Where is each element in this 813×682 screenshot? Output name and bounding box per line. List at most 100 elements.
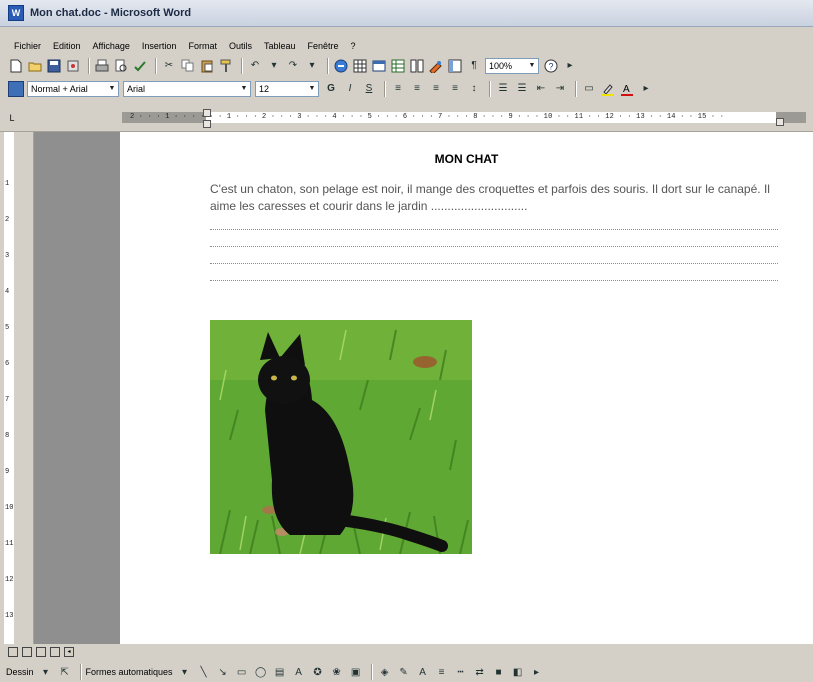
print-layout-button[interactable]	[36, 647, 46, 657]
arrow-tool-icon[interactable]: ↘	[215, 664, 231, 680]
normal-view-button[interactable]	[8, 647, 18, 657]
menu-edition[interactable]: Edition	[53, 41, 81, 51]
borders-icon[interactable]: ▭	[581, 81, 597, 97]
numbering-icon[interactable]: ☰	[495, 81, 511, 97]
select-objects-icon[interactable]: ⇱	[57, 664, 73, 680]
toolbar-separator	[575, 80, 577, 97]
chevron-down-icon[interactable]: ▾	[177, 664, 193, 680]
autoshapes-button[interactable]: Formes automatiques	[86, 667, 173, 677]
diagram-icon[interactable]: ✪	[310, 664, 326, 680]
oval-tool-icon[interactable]: ◯	[253, 664, 269, 680]
save-icon[interactable]	[46, 58, 62, 74]
open-folder-icon[interactable]	[27, 58, 43, 74]
cat-photo[interactable]	[210, 320, 472, 554]
redo-icon[interactable]: ↷	[285, 58, 301, 74]
zoom-select[interactable]: 100% ▼	[485, 57, 539, 74]
align-left-icon[interactable]: ≡	[390, 81, 406, 97]
align-right-icon[interactable]: ≡	[428, 81, 444, 97]
menu-insertion[interactable]: Insertion	[142, 41, 177, 51]
3d-style-icon[interactable]: ◧	[510, 664, 526, 680]
paste-icon[interactable]	[199, 58, 215, 74]
rectangle-tool-icon[interactable]: ▭	[234, 664, 250, 680]
fill-color-icon[interactable]: ◈	[377, 664, 393, 680]
clip-art-icon[interactable]: ❀	[329, 664, 345, 680]
chevron-down-icon[interactable]: ▼	[238, 82, 250, 96]
document-map-icon[interactable]	[447, 58, 463, 74]
menu-format[interactable]: Format	[188, 41, 217, 51]
print-preview-icon[interactable]	[113, 58, 129, 74]
line-style-icon[interactable]: ≡	[434, 664, 450, 680]
style-select[interactable]: Normal + Arial ▼	[27, 80, 119, 97]
font-size-select[interactable]: 12 ▼	[255, 80, 319, 97]
copy-icon[interactable]	[180, 58, 196, 74]
document-page[interactable]: MON CHAT C'est un chaton, son pelage est…	[120, 132, 813, 644]
toolbar-separator	[155, 57, 157, 74]
menu-tableau[interactable]: Tableau	[264, 41, 296, 51]
align-center-icon[interactable]: ≡	[409, 81, 425, 97]
increase-indent-icon[interactable]: ⇥	[552, 81, 568, 97]
menu-help[interactable]: ?	[351, 41, 356, 51]
menu-affichage[interactable]: Affichage	[93, 41, 130, 51]
tables-borders-icon[interactable]	[352, 58, 368, 74]
left-indent-marker[interactable]	[203, 120, 211, 128]
right-indent-marker[interactable]	[776, 118, 784, 126]
font-color-icon[interactable]: A	[619, 81, 635, 97]
outline-view-button[interactable]	[50, 647, 60, 657]
scroll-left-icon[interactable]: ◂	[64, 647, 74, 657]
wordart-icon[interactable]: A	[291, 664, 307, 680]
insert-picture-icon[interactable]: ▣	[348, 664, 364, 680]
bullets-icon[interactable]: ☰	[514, 81, 530, 97]
decrease-indent-icon[interactable]: ⇤	[533, 81, 549, 97]
text-box-icon[interactable]: ▤	[272, 664, 288, 680]
insert-table-icon[interactable]	[371, 58, 387, 74]
bold-button[interactable]: G	[323, 81, 339, 97]
chevron-down-icon[interactable]: ▾	[38, 664, 54, 680]
tab-selector-icon[interactable]: L	[6, 112, 18, 124]
hyperlink-icon[interactable]	[333, 58, 349, 74]
redo-dropdown-icon[interactable]: ▾	[304, 58, 320, 74]
shadow-style-icon[interactable]: ■	[491, 664, 507, 680]
highlight-icon[interactable]	[600, 81, 616, 97]
chevron-down-icon[interactable]: ▼	[306, 82, 318, 96]
drawing-icon[interactable]	[428, 58, 444, 74]
styles-pane-icon[interactable]	[8, 80, 24, 97]
permission-icon[interactable]	[65, 58, 81, 74]
justify-icon[interactable]: ≡	[447, 81, 463, 97]
underline-button[interactable]: S	[361, 81, 377, 97]
font-select[interactable]: Arial ▼	[123, 80, 251, 97]
line-color-icon[interactable]: ✎	[396, 664, 412, 680]
line-tool-icon[interactable]: ╲	[196, 664, 212, 680]
first-line-indent-marker[interactable]	[203, 109, 211, 117]
horizontal-ruler: L 2 · · · 1 · · · · · · 1 · · · 2 · · · …	[0, 104, 813, 132]
print-icon[interactable]	[94, 58, 110, 74]
font-color-icon[interactable]: A	[415, 664, 431, 680]
cut-icon[interactable]: ✂	[161, 58, 177, 74]
insert-excel-icon[interactable]	[390, 58, 406, 74]
menu-outils[interactable]: Outils	[229, 41, 252, 51]
toolbar-options-icon[interactable]: ▸	[529, 664, 545, 680]
menu-fichier[interactable]: Fichier	[14, 41, 41, 51]
undo-icon[interactable]: ↶	[247, 58, 263, 74]
toolbar-options-icon[interactable]: ▸	[638, 81, 654, 97]
toolbar-separator	[88, 57, 90, 74]
vertical-ruler-number: 6	[5, 360, 10, 368]
dash-style-icon[interactable]: ┅	[453, 664, 469, 680]
new-document-icon[interactable]	[8, 58, 24, 74]
word-app-icon[interactable]: W	[8, 5, 24, 21]
standard-toolbar: ✂ ↶ ▾ ↷ ▾ ¶ 100% ▼ ? ▸	[0, 55, 581, 76]
toolbar-options-icon[interactable]: ▸	[562, 58, 578, 74]
help-icon[interactable]: ?	[543, 58, 559, 74]
arrow-style-icon[interactable]: ⇄	[472, 664, 488, 680]
italic-button[interactable]: I	[342, 81, 358, 97]
undo-dropdown-icon[interactable]: ▾	[266, 58, 282, 74]
draw-menu-button[interactable]: Dessin	[6, 667, 34, 677]
chevron-down-icon[interactable]: ▼	[526, 59, 538, 73]
format-painter-icon[interactable]	[218, 58, 234, 74]
web-layout-button[interactable]	[22, 647, 32, 657]
chevron-down-icon[interactable]: ▼	[106, 82, 118, 96]
menu-fenetre[interactable]: Fenêtre	[308, 41, 339, 51]
columns-icon[interactable]	[409, 58, 425, 74]
show-hide-paragraph-icon[interactable]: ¶	[466, 58, 482, 74]
spelling-icon[interactable]	[132, 58, 148, 74]
line-spacing-icon[interactable]: ↕	[466, 81, 482, 97]
